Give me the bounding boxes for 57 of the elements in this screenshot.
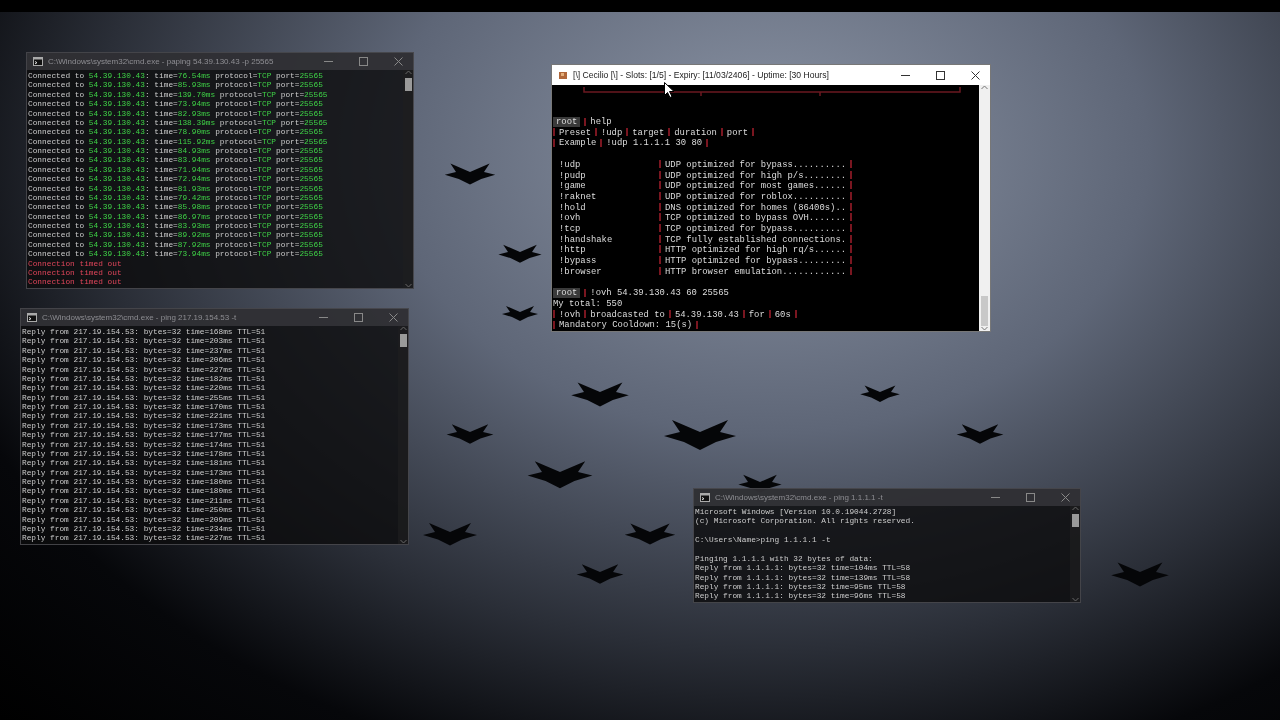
console-icon	[33, 57, 43, 66]
scrollbar[interactable]	[398, 326, 408, 544]
window-title: C:\Windows\system32\cmd.exe - ping 217.19.154.53 -t	[42, 313, 238, 322]
scroll-thumb[interactable]	[1071, 514, 1079, 527]
window-title: C:\Windows\system32\cmd.exe - ping 1.1.1.1 -t	[715, 493, 884, 502]
maximize-icon	[935, 70, 945, 80]
method-row: !pudp UDP optimized for high p/s........	[553, 170, 979, 182]
maximize-icon	[353, 313, 363, 322]
console-line: !ovh broadcasted to 54.39.130.43 for 60s	[553, 309, 979, 321]
bat-silhouette	[956, 424, 1004, 444]
prompt-line: root !ovh 54.39.130.43 60 25565	[553, 288, 979, 299]
console-line: My total: 550	[553, 298, 624, 310]
bat-silhouette	[571, 382, 629, 407]
bat-silhouette	[860, 385, 900, 402]
console-icon	[700, 493, 710, 502]
method-row: !raknet UDP optimized for roblox..........	[553, 191, 979, 203]
scrollbar[interactable]	[1070, 506, 1080, 602]
scrollbar[interactable]	[979, 85, 990, 332]
scroll-up-icon[interactable]	[981, 85, 988, 90]
scroll-thumb[interactable]	[399, 334, 407, 347]
close-icon	[970, 70, 980, 80]
maximize-icon	[358, 57, 368, 66]
scroll-down-icon[interactable]	[981, 326, 988, 332]
close-icon	[1060, 493, 1070, 502]
bat-silhouette	[446, 424, 494, 444]
bat-silhouette	[664, 420, 736, 450]
close-icon	[393, 57, 403, 66]
prompt-line: root help	[553, 117, 979, 128]
bat-silhouette	[527, 461, 593, 489]
window-title: [\] Cecilio [\] - Slots: [1/5] - Expiry: [11/03/2406] - Uptime: [30 Hours]	[573, 70, 830, 80]
method-row: !tcp TCP optimized for bypass..........	[553, 224, 979, 235]
method-row: !ovh TCP optimized to bypass OVH.......	[553, 213, 979, 224]
console-line: Preset !udp target duration port	[553, 127, 979, 139]
bat-silhouette	[444, 163, 496, 185]
bat-silhouette	[498, 244, 542, 263]
method-row: !handshake TCP fully established connections.	[553, 234, 979, 246]
bat-silhouette	[1111, 562, 1169, 587]
bat-silhouette	[423, 523, 477, 546]
method-row: !bypass HTTP optimized for bypass.........	[553, 256, 979, 267]
bat-silhouette	[502, 306, 538, 321]
bat-silhouette	[624, 523, 676, 545]
bat-silhouette	[576, 564, 624, 584]
method-row: !udp UDP optimized for bypass..........	[553, 159, 979, 171]
console-icon	[27, 313, 37, 322]
maximize-icon	[1025, 493, 1035, 502]
scroll-thumb[interactable]	[404, 78, 412, 91]
method-row: !game UDP optimized for most games......	[553, 181, 979, 192]
console-line: Example !udp 1.1.1.1 30 80	[553, 138, 979, 150]
method-row: !browser HTTP browser emulation............	[553, 266, 979, 278]
console-line: Mandatory Cooldown: 15(s)	[553, 320, 979, 332]
method-row: !http HTTP optimized for high rq/s......	[553, 245, 979, 257]
scrollbar[interactable]	[403, 70, 413, 288]
app-icon	[558, 70, 568, 80]
scroll-thumb[interactable]	[981, 296, 988, 327]
method-row: !hold DNS optimized for homes (86400s)..	[553, 202, 979, 214]
close-icon	[388, 313, 398, 322]
window-title: C:\Windows\system32\cmd.exe - paping 54.39.130.43 -p 25565	[48, 57, 275, 66]
